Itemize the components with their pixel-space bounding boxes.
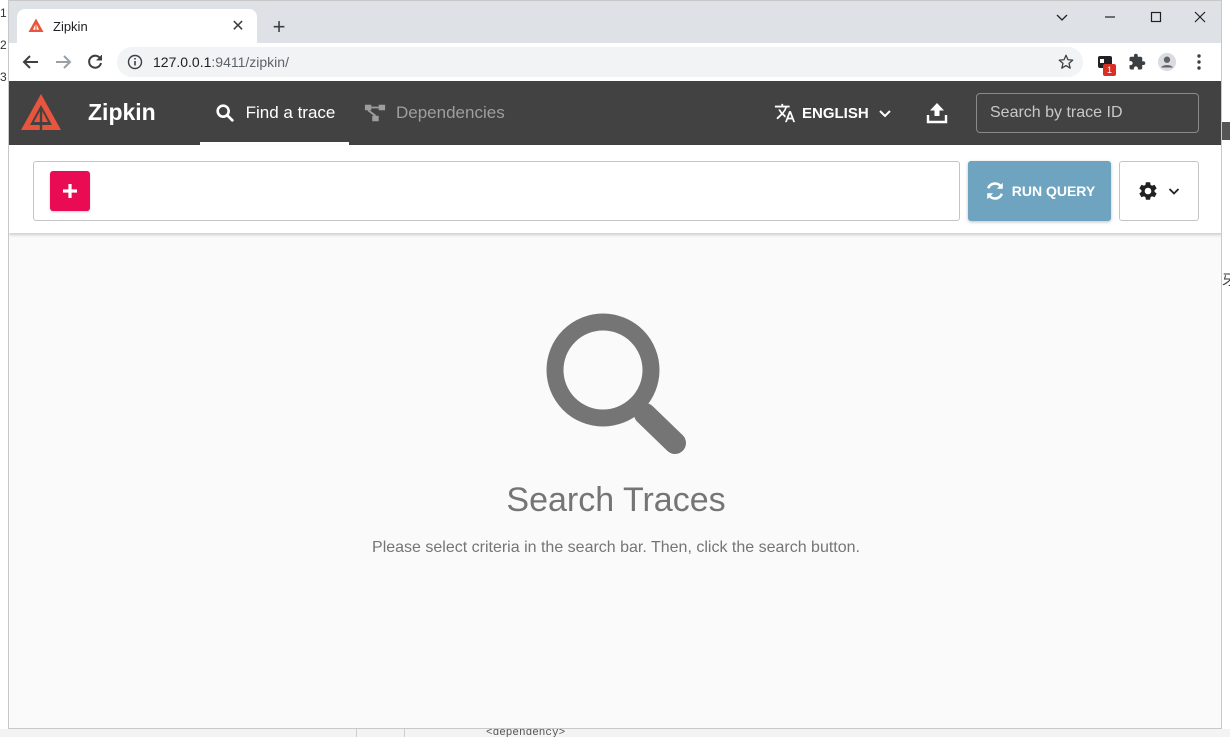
- divider: [356, 729, 357, 737]
- refresh-icon: [984, 180, 1006, 202]
- close-window-button[interactable]: [1177, 1, 1221, 33]
- tab-dependencies[interactable]: Dependencies: [364, 81, 514, 145]
- tab-search-button[interactable]: [1039, 1, 1085, 33]
- bookmark-star-icon[interactable]: [1057, 53, 1075, 71]
- search-criteria-box[interactable]: [33, 161, 960, 221]
- add-criteria-button[interactable]: [50, 171, 90, 211]
- app-header: Zipkin Find a trace Dependencies ENGLISH: [9, 81, 1221, 145]
- new-tab-button[interactable]: +: [267, 14, 291, 39]
- chevron-down-icon: [1056, 14, 1068, 21]
- background-window-edge: [1222, 122, 1230, 140]
- extension-badge: 1: [1103, 64, 1116, 76]
- tab-find-a-trace[interactable]: Find a trace: [200, 81, 349, 145]
- zipkin-logo-icon[interactable]: [19, 91, 63, 135]
- run-query-label: RUN QUERY: [1011, 183, 1096, 199]
- gear-icon: [1137, 180, 1159, 202]
- query-bar: RUN QUERY: [9, 145, 1221, 233]
- upload-icon: [926, 103, 948, 124]
- plus-icon: [63, 184, 77, 198]
- divider: [404, 729, 405, 737]
- more-vertical-icon: [1197, 54, 1201, 70]
- browser-toolbar: 127.0.0.1:9411/zipkin/ 1: [9, 43, 1221, 81]
- zipkin-favicon-icon: [27, 17, 45, 35]
- avatar-icon: [1157, 52, 1177, 72]
- translate-icon: [774, 102, 796, 124]
- background-glyph: 牙: [1222, 272, 1230, 288]
- browser-menu-button[interactable]: [1189, 52, 1209, 72]
- back-button[interactable]: [17, 48, 45, 76]
- tab-title: Zipkin: [53, 18, 88, 34]
- reload-button[interactable]: [81, 48, 109, 76]
- info-icon[interactable]: [127, 54, 143, 70]
- line-number: 2: [0, 38, 7, 52]
- browser-window: Zipkin ✕ + 127.0.0.1:9411/zipkin/ 1 Zip…: [8, 0, 1222, 729]
- minimize-icon: [1105, 16, 1115, 18]
- tab-dependencies-label: Dependencies: [396, 103, 505, 122]
- desktop-left-strip: 1 2 3: [0, 0, 8, 737]
- line-number: 1: [0, 6, 7, 20]
- chevron-down-icon: [1167, 184, 1181, 198]
- extensions-button[interactable]: [1127, 52, 1147, 72]
- language-selector[interactable]: ENGLISH: [774, 81, 893, 145]
- url-path: :9411/zipkin/: [211, 54, 289, 70]
- run-query-button[interactable]: RUN QUERY: [968, 161, 1111, 221]
- url-host: 127.0.0.1: [153, 54, 212, 70]
- tab-strip: Zipkin ✕ +: [9, 1, 1221, 43]
- arrow-left-icon: [22, 55, 38, 69]
- trace-id-search-input[interactable]: [976, 93, 1199, 133]
- line-number: 3: [0, 70, 7, 84]
- close-icon: [1194, 11, 1206, 23]
- chevron-down-icon: [877, 105, 893, 121]
- arrow-right-icon: [56, 55, 72, 69]
- address-bar[interactable]: 127.0.0.1:9411/zipkin/: [117, 47, 1083, 77]
- magnifier-icon: [545, 313, 689, 457]
- main-content: Search Traces Please select criteria in …: [9, 233, 1221, 728]
- settings-menu-button[interactable]: [1119, 161, 1199, 221]
- language-label: ENGLISH: [802, 104, 869, 122]
- forward-button[interactable]: [49, 48, 77, 76]
- maximize-icon: [1150, 11, 1162, 23]
- tab-find-label: Find a trace: [245, 103, 336, 122]
- background-code-text: <dependency>: [486, 729, 566, 737]
- browser-tab-zipkin[interactable]: Zipkin ✕: [17, 9, 257, 43]
- puzzle-icon: [1129, 53, 1146, 70]
- desktop-right-strip: 牙: [1222, 0, 1230, 737]
- app-brand-title[interactable]: Zipkin: [88, 99, 156, 126]
- empty-state-description: Please select criteria in the search bar…: [372, 539, 860, 556]
- empty-state-title: Search Traces: [506, 481, 726, 519]
- profile-button[interactable]: [1157, 52, 1177, 72]
- desktop-bottom-strip: <dependency>: [0, 729, 1230, 737]
- maximize-button[interactable]: [1133, 1, 1179, 33]
- reload-icon: [88, 54, 102, 69]
- close-tab-icon[interactable]: ✕: [229, 17, 247, 35]
- dependency-graph-icon: [364, 102, 386, 124]
- upload-json-button[interactable]: [925, 101, 949, 125]
- search-icon: [214, 102, 236, 124]
- minimize-button[interactable]: [1087, 1, 1133, 33]
